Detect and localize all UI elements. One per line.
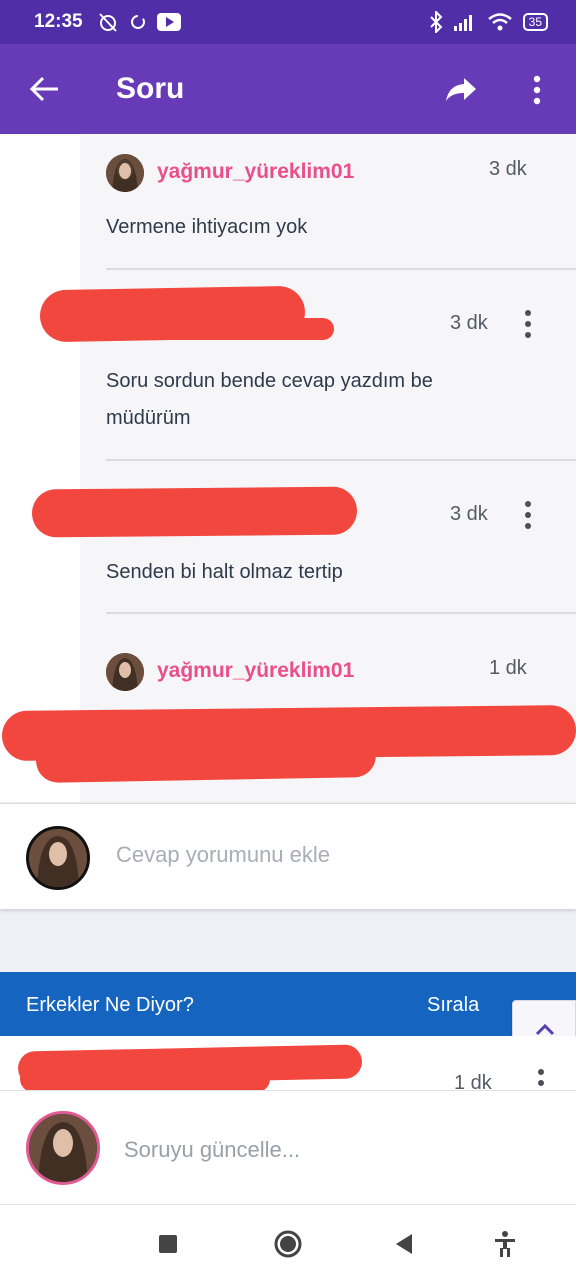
avatar[interactable]	[106, 154, 144, 192]
youtube-icon	[156, 13, 181, 31]
status-bar: 12:35 35	[0, 0, 576, 44]
bluetooth-icon	[429, 11, 443, 33]
divider	[106, 612, 576, 614]
accessibility-icon[interactable]	[490, 1229, 520, 1259]
home-circle-icon[interactable]	[273, 1229, 303, 1259]
status-time: 12:35	[34, 11, 83, 32]
more-vertical-icon[interactable]	[521, 309, 535, 339]
app-bar: Soru	[0, 44, 576, 134]
alarm-off-icon	[98, 13, 117, 32]
reply-text: Senden bi halt olmaz tertip	[106, 561, 343, 583]
back-arrow-icon[interactable]	[28, 74, 62, 104]
back-triangle-icon[interactable]	[390, 1229, 420, 1259]
battery-icon: 35	[522, 13, 548, 31]
more-vertical-icon[interactable]	[526, 74, 548, 106]
reply-text: müdürüm	[106, 407, 191, 429]
comment-input[interactable]	[116, 842, 536, 868]
redaction-mark	[35, 733, 377, 783]
reply-comment-box	[0, 803, 576, 909]
reply-time: 3 dk	[489, 158, 527, 180]
update-question-box	[0, 1090, 576, 1204]
wifi-icon	[487, 13, 512, 31]
section-header: Erkekler Ne Diyor? Sırala	[0, 972, 576, 1036]
reply-time: 3 dk	[450, 503, 488, 525]
avatar	[26, 1111, 100, 1185]
redaction-mark	[31, 486, 358, 538]
reply-username[interactable]: yağmur_yüreklim01	[157, 659, 354, 683]
divider	[106, 268, 576, 270]
recents-square-icon[interactable]	[153, 1229, 183, 1259]
reply-username[interactable]: yağmur_yüreklim01	[157, 160, 354, 184]
avatar[interactable]	[106, 653, 144, 691]
section-title: Erkekler Ne Diyor?	[26, 994, 194, 1016]
thread-gutter	[0, 134, 80, 802]
reply-text: Soru sordun bende cevap yazdım be	[106, 370, 433, 392]
sync-icon	[130, 15, 145, 29]
list-item: 1 dk	[0, 1036, 576, 1090]
update-question-input[interactable]	[124, 1137, 544, 1163]
redaction-mark	[150, 318, 334, 340]
signal-icon	[453, 15, 472, 31]
reply-time: 1 dk	[454, 1072, 492, 1090]
reply-text: Vermene ihtiyacım yok	[106, 216, 308, 238]
share-icon[interactable]	[444, 74, 478, 104]
sort-button[interactable]: Sırala	[427, 994, 479, 1017]
divider	[106, 459, 576, 461]
redaction-mark	[20, 1066, 270, 1090]
reply-time: 1 dk	[489, 657, 527, 679]
system-nav-bar	[0, 1204, 576, 1280]
more-vertical-icon[interactable]	[534, 1068, 548, 1090]
more-vertical-icon[interactable]	[521, 500, 535, 530]
reply-time: 3 dk	[450, 312, 488, 334]
page-title: Soru	[116, 72, 185, 105]
avatar	[26, 826, 90, 890]
